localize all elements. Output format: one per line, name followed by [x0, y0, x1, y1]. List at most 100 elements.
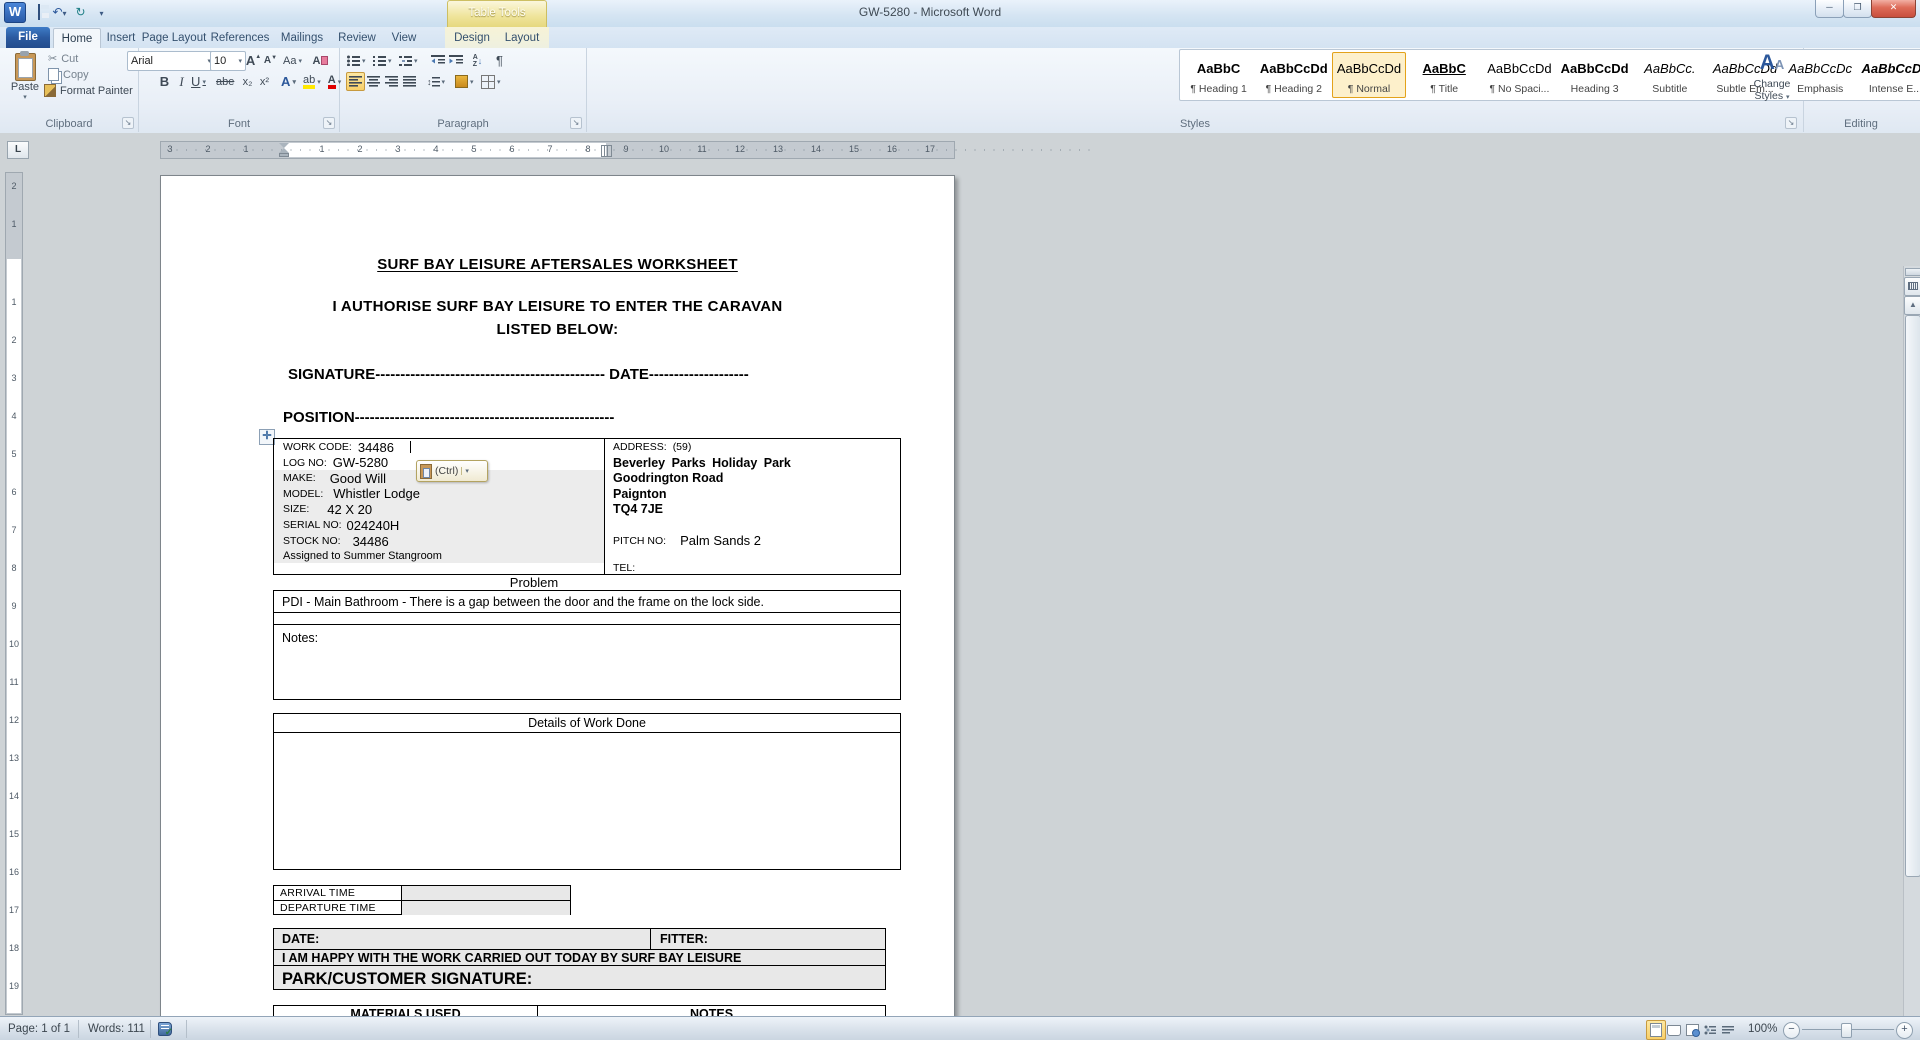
web-layout-view-button[interactable] [1682, 1020, 1702, 1040]
tab-home[interactable]: Home [53, 28, 101, 49]
justify-button[interactable] [400, 72, 419, 91]
vruler-number: 6 [11, 487, 17, 497]
decrease-indent-button[interactable] [428, 51, 447, 70]
underline-button[interactable]: U [189, 72, 208, 91]
print-layout-view-button[interactable] [1646, 1020, 1666, 1040]
maximize-button[interactable]: ❐ [1843, 0, 1872, 18]
style-heading-1[interactable]: AaBbC ¶ Heading 1 [1182, 52, 1255, 98]
font-family-select[interactable]: Arial▾ [127, 51, 215, 71]
styles-dialog-launcher[interactable]: ↘ [1785, 117, 1797, 129]
authorise-line-2: LISTED BELOW: [496, 321, 619, 338]
happy-line: I AM HAPPY WITH THE WORK CARRIED OUT TOD… [274, 950, 885, 966]
document-page[interactable]: SURF BAY LEISURE AFTERSALES WORKSHEET I … [160, 175, 955, 1018]
show-hide-pilcrow-button[interactable]: ¶ [490, 51, 509, 70]
align-right-button[interactable] [382, 72, 401, 91]
increase-indent-button[interactable] [446, 51, 465, 70]
font-dialog-launcher[interactable]: ↘ [323, 117, 335, 129]
vruler-number: 4 [11, 411, 17, 421]
scroll-up-button[interactable]: ▲ [1904, 296, 1920, 315]
paragraph-dialog-launcher[interactable]: ↘ [570, 117, 582, 129]
close-button[interactable]: ✕ [1871, 0, 1916, 18]
superscript-button[interactable]: x² [255, 72, 274, 91]
horizontal-ruler[interactable]: 3 2 1 1 2 3 4 5 6 7 8 9 10 11 12 13 14 15 16 17 [160, 141, 1091, 159]
copy-button[interactable]: Copy [48, 68, 89, 81]
problem-header: Problem [509, 575, 559, 590]
vruler-number: 18 [8, 943, 19, 953]
borders-button[interactable] [480, 72, 502, 91]
times-table[interactable]: ARRIVAL TIME DEPARTURE TIME [273, 885, 571, 915]
align-left-button[interactable] [346, 72, 365, 91]
tab-view[interactable]: View [383, 28, 425, 48]
style-no-spacing[interactable]: AaBbCcDd ¶ No Spaci... [1483, 52, 1556, 98]
font-size-select[interactable]: 10 ▾ [210, 51, 246, 71]
tab-stop-selector[interactable]: L [7, 141, 29, 159]
tab-review[interactable]: Review [331, 28, 383, 48]
outline-view-button[interactable] [1700, 1020, 1720, 1040]
style-heading-3[interactable]: AaBbCcDd Heading 3 [1558, 52, 1631, 98]
line-spacing-button[interactable]: ↕ [426, 72, 446, 91]
tab-layout[interactable]: Layout [497, 28, 547, 48]
shading-button[interactable] [454, 72, 475, 91]
word-count[interactable]: Words: 111 [88, 1021, 145, 1037]
problem-table[interactable]: PDI - Main Bathroom - There is a gap bet… [273, 590, 901, 625]
change-case-button[interactable]: Aa [282, 51, 303, 70]
tab-mailings[interactable]: Mailings [273, 28, 331, 48]
strikethrough-button[interactable]: abe [215, 72, 235, 91]
tab-references[interactable]: References [207, 28, 273, 48]
scrollbar-thumb[interactable] [1905, 315, 1920, 877]
style-normal[interactable]: AaBbCcDd ¶ Normal [1332, 52, 1406, 98]
signoff-table[interactable]: DATE: FITTER: I AM HAPPY WITH THE WORK C… [273, 928, 886, 990]
format-painter-button[interactable]: Format Painter [44, 84, 133, 97]
paste-options-button[interactable]: (Ctrl) ▾ [416, 460, 488, 482]
table-column-marker[interactable] [601, 145, 612, 157]
tab-page-layout[interactable]: Page Layout [141, 28, 207, 48]
address-cell[interactable]: ADDRESS: (59) Beverley Parks Holiday Park… [604, 439, 901, 574]
cut-button[interactable]: ✂ Cut [48, 52, 78, 66]
indent-markers[interactable] [279, 143, 289, 157]
text-effects-button[interactable]: A [279, 72, 298, 91]
numbering-button[interactable] [372, 51, 393, 70]
hruler-number: 10 [658, 144, 670, 154]
vruler-number: 11 [9, 677, 19, 687]
spellcheck-status-icon[interactable]: ✓ [158, 1022, 173, 1039]
tab-file[interactable]: File [6, 27, 50, 48]
change-styles-button[interactable]: AA Change Styles ▾ [1744, 50, 1800, 104]
sort-button[interactable]: A Z ↓ [468, 51, 487, 70]
align-center-button[interactable] [364, 72, 383, 91]
zoom-level[interactable]: 100% [1748, 1021, 1777, 1037]
highlight-color-button[interactable]: ab [302, 72, 322, 91]
paste-button[interactable]: Paste ▾ [6, 51, 44, 101]
zoom-in-button[interactable]: + [1896, 1022, 1913, 1039]
page-indicator[interactable]: Page: 1 of 1 [8, 1021, 70, 1037]
hruler-number: 5 [471, 144, 477, 154]
bullets-button[interactable] [346, 51, 367, 70]
fullscreen-reading-view-button[interactable] [1664, 1020, 1684, 1040]
minimize-button[interactable]: ─ [1815, 0, 1844, 18]
clipboard-dialog-launcher[interactable]: ↘ [122, 117, 134, 129]
clear-formatting-button[interactable]: A [311, 51, 330, 70]
style-heading-2[interactable]: AaBbCcDd ¶ Heading 2 [1257, 52, 1330, 98]
vertical-ruler[interactable]: 2 1 1 2 3 4 5 6 7 8 9 10 11 12 13 14 15 16 17 18 19 [5, 172, 23, 1015]
shrink-font-button[interactable]: A ▼ [261, 51, 280, 70]
zoom-out-button[interactable]: − [1783, 1022, 1800, 1039]
style-subtitle[interactable]: AaBbCc. Subtitle [1633, 52, 1706, 98]
details-table[interactable]: Details of Work Done [273, 713, 901, 870]
multilevel-list-button[interactable] [398, 51, 419, 70]
font-group: Arial▾ 10▾ A▲ A▼ Aa A B I U abe x₂ x² A … [127, 48, 340, 132]
tab-insert[interactable]: Insert [101, 28, 141, 48]
problem-text-row[interactable]: PDI - Main Bathroom - There is a gap bet… [274, 591, 900, 613]
split-handle[interactable] [1905, 268, 1920, 276]
ruler-toggle-button[interactable] [1904, 277, 1920, 296]
vruler-number: 1 [11, 297, 17, 307]
zoom-slider-thumb[interactable] [1841, 1023, 1852, 1038]
vertical-scrollbar[interactable]: ▲ ▼ ▲▲ ▼▼ [1903, 266, 1920, 1040]
departure-time-value-cell[interactable] [401, 901, 570, 915]
format-painter-icon [44, 84, 56, 97]
customer-signature-label: PARK/CUSTOMER SIGNATURE: [282, 969, 533, 988]
notes-box[interactable]: Notes: [273, 624, 901, 700]
style-title[interactable]: AaBbC ¶ Title [1408, 52, 1481, 98]
draft-view-button[interactable] [1718, 1020, 1738, 1040]
arrival-time-value-cell[interactable] [401, 886, 570, 900]
caravan-info-table[interactable]: WORK CODE: 34486 LOG NO: GW-5280 MAKE: Good… [273, 438, 901, 575]
tab-design[interactable]: Design [447, 28, 497, 48]
